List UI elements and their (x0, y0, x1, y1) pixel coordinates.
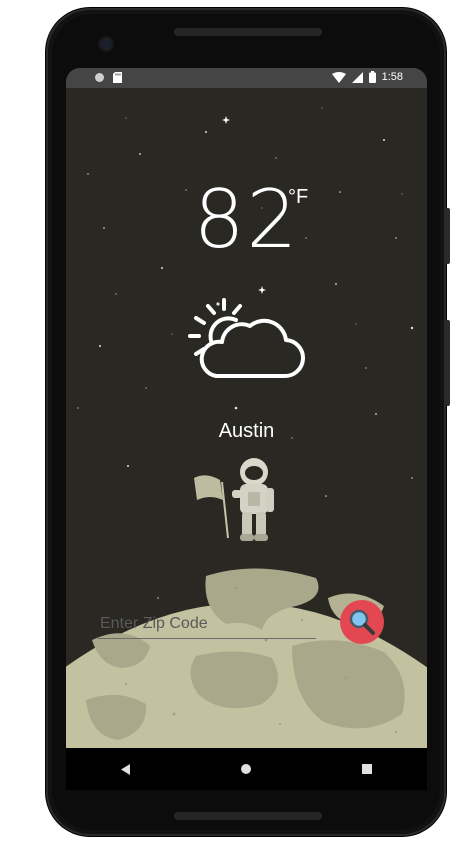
zip-code-input[interactable] (98, 610, 316, 639)
back-button[interactable] (96, 748, 156, 790)
bottom-speaker (174, 812, 322, 820)
search-magnifier-icon (349, 609, 375, 635)
status-bar: 1:58 (66, 68, 427, 88)
back-icon (121, 763, 131, 775)
battery-icon (368, 71, 376, 83)
app-screen: 1:58 82 °F Austin Enter Zip Code (66, 68, 427, 790)
status-left (94, 72, 122, 83)
navigation-bar (66, 748, 427, 790)
temperature-block: 82 (66, 180, 427, 260)
home-button[interactable] (216, 748, 276, 790)
recents-button[interactable] (337, 748, 397, 790)
status-time: 1:58 (381, 71, 403, 83)
wifi-icon (331, 71, 346, 83)
front-camera-icon (100, 38, 112, 50)
city-name: Austin (218, 420, 275, 442)
status-right: 1:58 (331, 71, 403, 83)
volume-button[interactable] (446, 208, 450, 264)
partly-cloudy-icon (188, 298, 306, 379)
circle-icon (95, 73, 104, 82)
top-speaker (174, 28, 322, 36)
temperature-value: 82 (193, 173, 300, 266)
search-button[interactable] (340, 600, 384, 644)
sd-card-icon (113, 72, 122, 83)
signal-icon (351, 71, 363, 83)
recents-icon (361, 764, 372, 774)
power-button[interactable] (446, 320, 450, 406)
temperature-unit: °F (288, 186, 309, 208)
home-icon (241, 764, 252, 774)
